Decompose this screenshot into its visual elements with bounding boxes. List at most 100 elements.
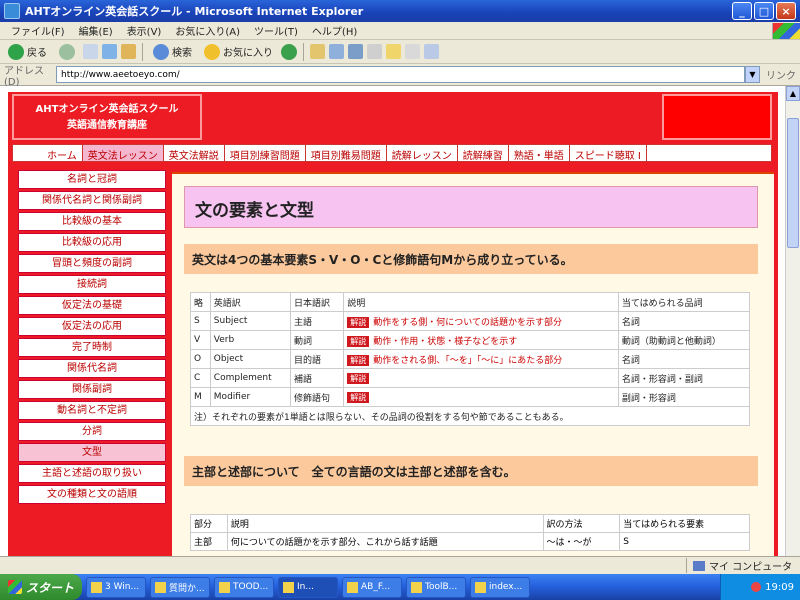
- history-icon[interactable]: [310, 44, 325, 59]
- taskbar: スタート 3 Win... 質問か... TOOD... In... AB_F.…: [0, 574, 800, 600]
- logo-line-2: 英語通信教育講座: [67, 120, 147, 131]
- nav-grammar-explanation[interactable]: 英文法解説: [163, 145, 225, 162]
- taskbar-item[interactable]: TOOD...: [214, 576, 274, 598]
- taskbar-item-label: In...: [297, 582, 314, 592]
- explanation-badge[interactable]: 解説: [347, 316, 370, 328]
- nav-vocabulary[interactable]: 熟語・単語: [508, 145, 570, 162]
- sidebar-item[interactable]: 関係代名詞: [18, 359, 166, 378]
- search-button[interactable]: 検索: [149, 43, 196, 61]
- explanation-badge[interactable]: 解説: [347, 391, 370, 403]
- window-title-bar[interactable]: AHTオンライン英会話スクール - Microsoft Internet Exp…: [0, 0, 800, 22]
- start-button[interactable]: スタート: [0, 574, 82, 600]
- sidebar-item[interactable]: 仮定法の基礎: [18, 296, 166, 315]
- discuss-icon[interactable]: [405, 44, 420, 59]
- start-label: スタート: [26, 580, 75, 595]
- cell-description: 解説 動作・作用・状態・様子などを示す: [343, 330, 619, 350]
- description-link[interactable]: 動作をされる側、「～を」「～に」にあたる部分: [373, 356, 562, 366]
- nav-grammar-lesson[interactable]: 英文法レッスン: [82, 145, 164, 162]
- sidebar-item[interactable]: 完了時制: [18, 338, 166, 357]
- menu-edit[interactable]: 編集(E): [72, 23, 120, 38]
- nav-speed-listening[interactable]: スピード聴取 I: [569, 145, 647, 162]
- sidebar-item[interactable]: 主語と述語の取り扱い: [18, 464, 166, 483]
- sidebar-item[interactable]: 比較級の基本: [18, 212, 166, 231]
- taskbar-item[interactable]: 質問か...: [150, 576, 210, 598]
- nav-reading-practice[interactable]: 読解練習: [457, 145, 509, 162]
- sidebar-item[interactable]: 名詞と冠詞: [18, 170, 166, 189]
- header-english: 英語訳: [209, 292, 292, 312]
- sidebar-item[interactable]: 冒頭と頻度の副詞: [18, 254, 166, 273]
- menu-help[interactable]: ヘルプ(H): [305, 23, 364, 38]
- description-link[interactable]: 動作をする側・何についての話題かを示す部分: [373, 318, 562, 328]
- web-page: AHTオンライン英会話スクール 英語通信教育講座 ホーム 英文法レッスン 英文法…: [8, 92, 778, 556]
- sidebar-item[interactable]: 分詞: [18, 422, 166, 441]
- menu-view[interactable]: 表示(V): [120, 23, 169, 38]
- close-button[interactable]: ×: [776, 2, 796, 20]
- taskbar-item-active[interactable]: In...: [278, 576, 338, 598]
- messenger-icon[interactable]: [424, 44, 439, 59]
- sidebar-item[interactable]: 関係代名詞と関係副詞: [18, 191, 166, 210]
- tray-icon[interactable]: [751, 582, 762, 592]
- table-row: S Subject 主語 解説 動作をする側・何についての話題かを示す部分 名詞: [190, 311, 751, 331]
- scroll-up-icon[interactable]: ▲: [786, 86, 800, 101]
- tool-icon: [411, 581, 422, 593]
- menu-file[interactable]: ファイル(F): [4, 23, 72, 38]
- explanation-badge[interactable]: 解説: [347, 372, 370, 384]
- media-icon[interactable]: [281, 43, 297, 60]
- ie-icon: [4, 3, 20, 19]
- sidebar-item[interactable]: 動名詞と不定詞: [18, 401, 166, 420]
- table-row: M Modifier 修飾語句 解説 副詞・形容詞: [190, 387, 751, 407]
- print-icon[interactable]: [348, 44, 363, 59]
- scroll-thumb[interactable]: [787, 118, 799, 248]
- site-logo[interactable]: AHTオンライン英会話スクール 英語通信教育講座: [12, 94, 202, 140]
- menu-favorites[interactable]: お気に入り(A): [168, 23, 247, 38]
- sidebar-item[interactable]: 文の種類と文の語順: [18, 485, 166, 504]
- cell-elements: S: [619, 532, 750, 551]
- description-link[interactable]: 動作・作用・状態・様子などを示す: [373, 337, 517, 347]
- cell-english: Complement: [209, 368, 292, 388]
- back-button[interactable]: 戻る: [4, 43, 51, 61]
- home-icon[interactable]: [121, 44, 136, 59]
- table-header-row: 略 英語訳 日本語訳 説明 当てはめられる品詞: [190, 292, 751, 312]
- explanation-badge[interactable]: 解説: [347, 335, 370, 347]
- sidebar-item[interactable]: 比較級の応用: [18, 233, 166, 252]
- sidebar-item[interactable]: 関係副詞: [18, 380, 166, 399]
- nav-hard-exercises[interactable]: 項目別難易問題: [305, 145, 387, 162]
- taskbar-item[interactable]: index...: [470, 576, 530, 598]
- explanation-badge[interactable]: 解説: [347, 354, 370, 366]
- minimize-button[interactable]: _: [732, 2, 752, 20]
- taskbar-item[interactable]: AB_F...: [342, 576, 402, 598]
- cell-description: 解説: [343, 387, 619, 407]
- page-title: 文の要素と文型: [184, 186, 758, 228]
- sidebar-item[interactable]: 仮定法の応用: [18, 317, 166, 336]
- links-button[interactable]: リンク: [766, 67, 796, 82]
- address-dropdown-icon[interactable]: ▼: [745, 66, 760, 83]
- cell-abbr: C: [190, 368, 211, 388]
- table-note: 注）それぞれの要素が1単語とは限らない、その品詞の役割をする句や節であることもあ…: [190, 406, 750, 426]
- edit-icon[interactable]: [367, 44, 382, 59]
- sidebar-item-current[interactable]: 文型: [18, 443, 166, 462]
- sidebar: 名詞と冠詞 関係代名詞と関係副詞 比較級の基本 比較級の応用 冒頭と頻度の副詞 …: [18, 170, 166, 556]
- maximize-button[interactable]: □: [754, 2, 774, 20]
- stop-icon[interactable]: [83, 44, 98, 59]
- taskbar-item[interactable]: 3 Win...: [86, 576, 146, 598]
- header-description: 説明: [343, 292, 619, 312]
- taskbar-item-label: 3 Win...: [105, 582, 140, 592]
- header-explanation: 説明: [226, 514, 544, 533]
- folder-icon[interactable]: [386, 44, 401, 59]
- forward-button[interactable]: [55, 43, 79, 61]
- taskbar-item[interactable]: ToolB...: [406, 576, 466, 598]
- vertical-scrollbar[interactable]: ▲: [785, 86, 800, 556]
- cell-japanese: 目的語: [290, 349, 345, 369]
- nav-home[interactable]: ホーム: [13, 145, 83, 162]
- nav-reading-lesson[interactable]: 読解レッスン: [386, 145, 458, 162]
- address-input[interactable]: http://www.aeetoeyo.com/: [56, 66, 745, 83]
- nav-exercises[interactable]: 項目別練習問題: [224, 145, 306, 162]
- menu-tools[interactable]: ツール(T): [247, 23, 305, 38]
- sidebar-item[interactable]: 接続詞: [18, 275, 166, 294]
- mail-icon[interactable]: [329, 44, 344, 59]
- system-tray: 19:09: [720, 574, 800, 600]
- favorites-button[interactable]: お気に入り: [200, 43, 277, 61]
- refresh-icon[interactable]: [102, 44, 117, 59]
- search-label: 検索: [172, 48, 192, 59]
- header-banner: [662, 94, 772, 140]
